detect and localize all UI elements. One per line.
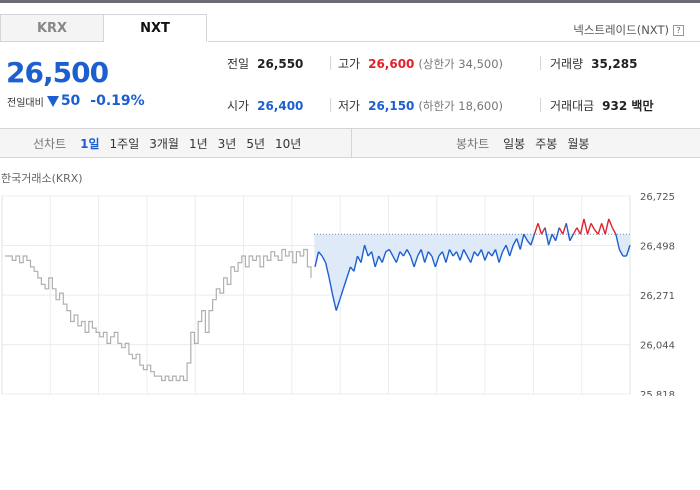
- nxt-series-segment: [558, 227, 564, 235]
- chart-y-axis: 26,725 26,498 26,271 26,044 25,818: [640, 192, 675, 396]
- nxt-series-segment: [590, 222, 596, 231]
- stat-label: 전일: [227, 57, 250, 71]
- stat-label: 거래대금: [550, 99, 595, 113]
- stat-label: 시가: [227, 99, 250, 113]
- nxt-series-segment: [601, 223, 606, 235]
- nxt-series-segment: [540, 227, 546, 235]
- chart-grid: [1, 195, 631, 395]
- nxt-series-segment: [537, 223, 543, 235]
- candle-monthly[interactable]: 월봉: [567, 135, 589, 152]
- stat-label: 고가: [338, 57, 361, 71]
- nxt-series-segment: [611, 227, 617, 235]
- chart-toolbar: 선차트 1일 1주일 3개월 1년 3년 5년 10년 봉차트 일봉 주봉 월봉: [0, 128, 700, 158]
- nxt-series-segment: [586, 223, 592, 235]
- period-1d[interactable]: 1일: [80, 135, 99, 152]
- nxt-series-segment: [608, 218, 613, 228]
- period-5y[interactable]: 5년: [246, 135, 265, 152]
- y-tick-label: 26,271: [640, 291, 675, 302]
- stat-value: 26,550: [257, 56, 304, 71]
- price-change: 전일대비 50 -0.19%: [7, 93, 145, 109]
- current-price: 26,500: [6, 56, 109, 89]
- y-tick-label: 26,044: [640, 341, 675, 352]
- tab-krx[interactable]: KRX: [0, 14, 104, 42]
- nxt-series-segment: [604, 218, 610, 235]
- period-10y[interactable]: 10년: [275, 135, 301, 152]
- nxt-series-segment: [533, 223, 539, 235]
- stat-value: 26,150: [368, 98, 415, 113]
- nxt-series-segment: [594, 229, 599, 235]
- nxt-series-segment: [565, 223, 571, 241]
- stat-value: 35,285: [591, 56, 638, 71]
- down-arrow-icon: [46, 95, 59, 107]
- candle-weekly[interactable]: 주봉: [535, 135, 557, 152]
- nxt-series-segment: [597, 223, 603, 235]
- krx-series-line: [5, 248, 312, 382]
- period-1y[interactable]: 1년: [189, 135, 208, 152]
- nxt-series-segment: [562, 223, 567, 235]
- stat-label: 거래량: [550, 57, 584, 71]
- period-3m[interactable]: 3개월: [149, 135, 179, 152]
- candle-chart-label: 봉차트: [456, 137, 490, 151]
- change-percent: -0.19%: [90, 93, 145, 109]
- line-chart-label: 선차트: [33, 137, 67, 151]
- stat-open: 시가 26,400: [227, 97, 303, 114]
- stat-prev-close: 전일 26,550: [227, 55, 303, 72]
- lower-limit: (하한가 18,600): [418, 98, 504, 113]
- change-label: 전일대비: [7, 97, 44, 109]
- stat-low: 저가 26,150 (하한가 18,600): [338, 97, 503, 114]
- y-tick-label: 25,818: [640, 390, 675, 396]
- intraday-price-chart: 26,725 26,498 26,271 26,044 25,818: [1, 192, 675, 396]
- exchange-label: 넥스트레이드(NXT): [573, 23, 669, 37]
- divider: [330, 56, 331, 70]
- line-chart-controls: 선차트 1일 1주일 3개월 1년 3년 5년 10년: [33, 129, 311, 158]
- stat-high: 고가 26,600 (상한가 34,500): [338, 55, 503, 72]
- candle-daily[interactable]: 일봉: [503, 135, 525, 152]
- stat-amount: 거래대금 932 백만: [550, 97, 653, 114]
- change-amount: 50: [60, 93, 81, 109]
- divider: [330, 98, 331, 112]
- stat-label: 저가: [338, 99, 361, 113]
- stat-volume: 거래량 35,285: [550, 55, 637, 72]
- exchange-indicator: 넥스트레이드(NXT) ?: [573, 22, 684, 38]
- exchange-tabs: KRX NXT: [0, 14, 207, 42]
- stat-value: 26,600: [368, 56, 415, 71]
- nxt-series-segment: [579, 218, 585, 235]
- period-3y[interactable]: 3년: [218, 135, 237, 152]
- divider: [540, 98, 541, 112]
- top-border: [0, 0, 700, 3]
- market-label: 한국거래소(KRX): [1, 172, 83, 185]
- nxt-series-segment: [583, 218, 589, 235]
- period-1w[interactable]: 1주일: [110, 135, 140, 152]
- tab-nxt[interactable]: NXT: [103, 14, 207, 42]
- upper-limit: (상한가 34,500): [418, 56, 504, 71]
- y-tick-label: 26,498: [640, 242, 675, 253]
- help-icon[interactable]: ?: [673, 24, 684, 36]
- candle-chart-controls: 봉차트 일봉 주봉 월봉: [456, 129, 599, 158]
- toolbar-divider: [351, 129, 352, 158]
- y-tick-label: 26,725: [640, 192, 675, 203]
- nxt-series-segment: [572, 227, 578, 235]
- tab-underline: [208, 41, 700, 42]
- divider: [540, 56, 541, 70]
- nxt-series-segment: [576, 227, 582, 235]
- stat-value: 932 백만: [602, 99, 654, 113]
- stat-value: 26,400: [257, 98, 304, 113]
